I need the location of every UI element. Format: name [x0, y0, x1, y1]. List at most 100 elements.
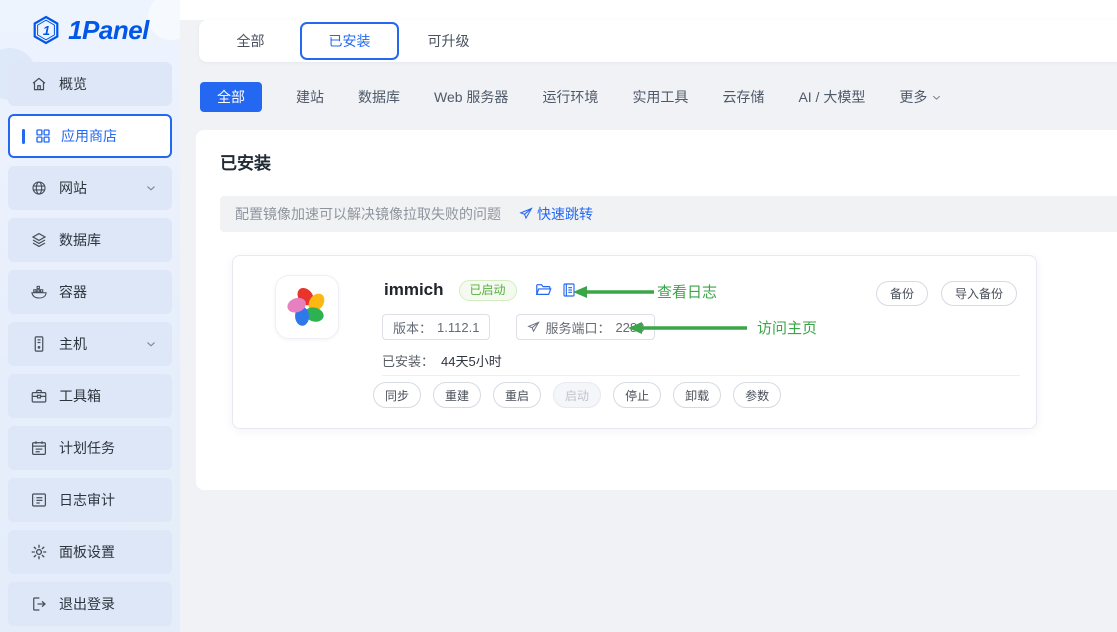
tab-bar: 全部 已安装 可升级 [199, 20, 1117, 62]
category-runtime[interactable]: 运行环境 [542, 87, 598, 107]
app-info-row: 版本： 1.112.1 服务端口： 2283 [382, 314, 655, 340]
card-divider [382, 375, 1020, 376]
tab-label: 已安装 [329, 31, 371, 51]
import-backup-button[interactable]: 导入备份 [941, 281, 1017, 306]
sidebar-item-logout[interactable]: 退出登录 [8, 582, 172, 626]
sidebar-item-label: 工具箱 [59, 386, 101, 406]
stop-button[interactable]: 停止 [613, 382, 661, 408]
category-label: AI / 大模型 [798, 87, 865, 107]
category-label: 运行环境 [542, 87, 598, 107]
active-indicator-bar [22, 129, 25, 144]
immich-pinwheel-logo [284, 284, 330, 330]
tab-upgradable[interactable]: 可升级 [399, 22, 498, 60]
chevron-down-icon [930, 91, 943, 104]
sidebar-item-website[interactable]: 网站 [8, 166, 172, 210]
logout-icon [30, 595, 48, 613]
category-label: 全部 [217, 87, 245, 107]
globe-icon [30, 179, 48, 197]
category-label: 云存储 [722, 87, 764, 107]
sidebar-item-panel-settings[interactable]: 面板设置 [8, 530, 172, 574]
installed-duration-row: 已安装：44天5小时 [382, 351, 502, 370]
installed-label: 已安装： [382, 354, 434, 369]
installed-apps-panel: 已安装 配置镜像加速可以解决镜像拉取失败的问题 快速跳转 [196, 130, 1117, 490]
sidebar-item-label: 网站 [59, 178, 87, 198]
sidebar-item-log-audit[interactable]: 日志审计 [8, 478, 172, 522]
start-button[interactable]: 启动 [553, 382, 601, 408]
tab-label: 可升级 [428, 31, 470, 51]
home-icon [30, 75, 48, 93]
log-audit-icon [30, 491, 48, 509]
rebuild-button[interactable]: 重建 [433, 382, 481, 408]
view-log-annotation: 查看日志 [657, 281, 717, 302]
sidebar-item-overview[interactable]: 概览 [8, 62, 172, 106]
sidebar-item-label: 容器 [59, 282, 87, 302]
open-folder-button[interactable] [535, 282, 552, 299]
category-cloud-storage[interactable]: 云存储 [722, 87, 764, 107]
send-icon [519, 207, 533, 221]
category-database[interactable]: 数据库 [358, 87, 400, 107]
sidebar-item-app-store[interactable]: 应用商店 [8, 114, 172, 158]
category-label: 更多 [899, 87, 927, 107]
sidebar-item-database[interactable]: 数据库 [8, 218, 172, 262]
backup-button[interactable]: 备份 [876, 281, 928, 306]
sidebar-item-toolbox[interactable]: 工具箱 [8, 374, 172, 418]
tab-installed[interactable]: 已安装 [300, 22, 399, 60]
sidebar-item-host[interactable]: 主机 [8, 322, 172, 366]
sidebar-item-label: 日志审计 [59, 490, 115, 510]
category-ai-llm[interactable]: AI / 大模型 [798, 87, 865, 107]
app-action-row: 同步 重建 重启 启动 停止 卸载 参数 [373, 382, 781, 408]
chevron-down-icon [144, 337, 158, 351]
version-value: 1.112.1 [437, 320, 479, 335]
category-website-build[interactable]: 建站 [296, 87, 324, 107]
page-title: 已安装 [220, 149, 271, 174]
sidebar-item-label: 面板设置 [59, 542, 115, 562]
appstore-grid-icon [34, 127, 52, 145]
tab-label: 全部 [237, 31, 265, 51]
docker-icon [30, 283, 48, 301]
restart-button[interactable]: 重启 [493, 382, 541, 408]
sidebar-item-container[interactable]: 容器 [8, 270, 172, 314]
notice-bar: 配置镜像加速可以解决镜像拉取失败的问题 快速跳转 [220, 196, 1117, 232]
app-card-immich: immich 已启动 [232, 255, 1037, 429]
version-label: 版本： [393, 318, 432, 337]
sidebar-item-label: 退出登录 [59, 594, 115, 614]
tab-all[interactable]: 全部 [201, 22, 300, 60]
app-name: immich [384, 280, 444, 300]
category-utility[interactable]: 实用工具 [632, 87, 688, 107]
sidebar-item-cron-tasks[interactable]: 计划任务 [8, 426, 172, 470]
visit-home-annotation: 访问主页 [757, 317, 817, 338]
uninstall-button[interactable]: 卸载 [673, 382, 721, 408]
status-badge: 已启动 [459, 280, 517, 301]
annotation-arrow-visit-home [628, 321, 748, 335]
gear-icon [30, 543, 48, 561]
top-white-strip [180, 0, 1117, 20]
sidebar-item-label: 应用商店 [61, 126, 117, 146]
category-all[interactable]: 全部 [200, 82, 262, 112]
hexagon-logo-icon: 1 [31, 15, 61, 45]
sidebar-item-label: 主机 [59, 334, 87, 354]
sidebar-item-label: 数据库 [59, 230, 101, 250]
database-layers-icon [30, 231, 48, 249]
version-box: 版本： 1.112.1 [382, 314, 490, 340]
backup-button-row: 备份 导入备份 [876, 281, 1017, 306]
category-label: Web 服务器 [434, 87, 508, 107]
quick-jump-label: 快速跳转 [537, 204, 593, 224]
sidebar-nav: 概览 应用商店 网站 [8, 62, 172, 632]
category-more[interactable]: 更多 [899, 87, 943, 107]
sidebar-item-label: 计划任务 [59, 438, 115, 458]
folder-icon [535, 282, 552, 299]
sidebar-item-label: 概览 [59, 74, 87, 94]
send-icon [527, 321, 540, 334]
notice-text: 配置镜像加速可以解决镜像拉取失败的问题 [235, 204, 501, 224]
1panel-app-window: 1 1Panel 概览 应用商店 [0, 0, 1117, 632]
quick-jump-link[interactable]: 快速跳转 [519, 204, 593, 224]
logo-mark: 1 [43, 23, 50, 38]
sync-button[interactable]: 同步 [373, 382, 421, 408]
calendar-icon [30, 439, 48, 457]
params-button[interactable]: 参数 [733, 382, 781, 408]
category-label: 实用工具 [632, 87, 688, 107]
sidebar: 1 1Panel 概览 应用商店 [0, 0, 180, 632]
toolbox-icon [30, 387, 48, 405]
category-label: 数据库 [358, 87, 400, 107]
category-web-server[interactable]: Web 服务器 [434, 87, 508, 107]
